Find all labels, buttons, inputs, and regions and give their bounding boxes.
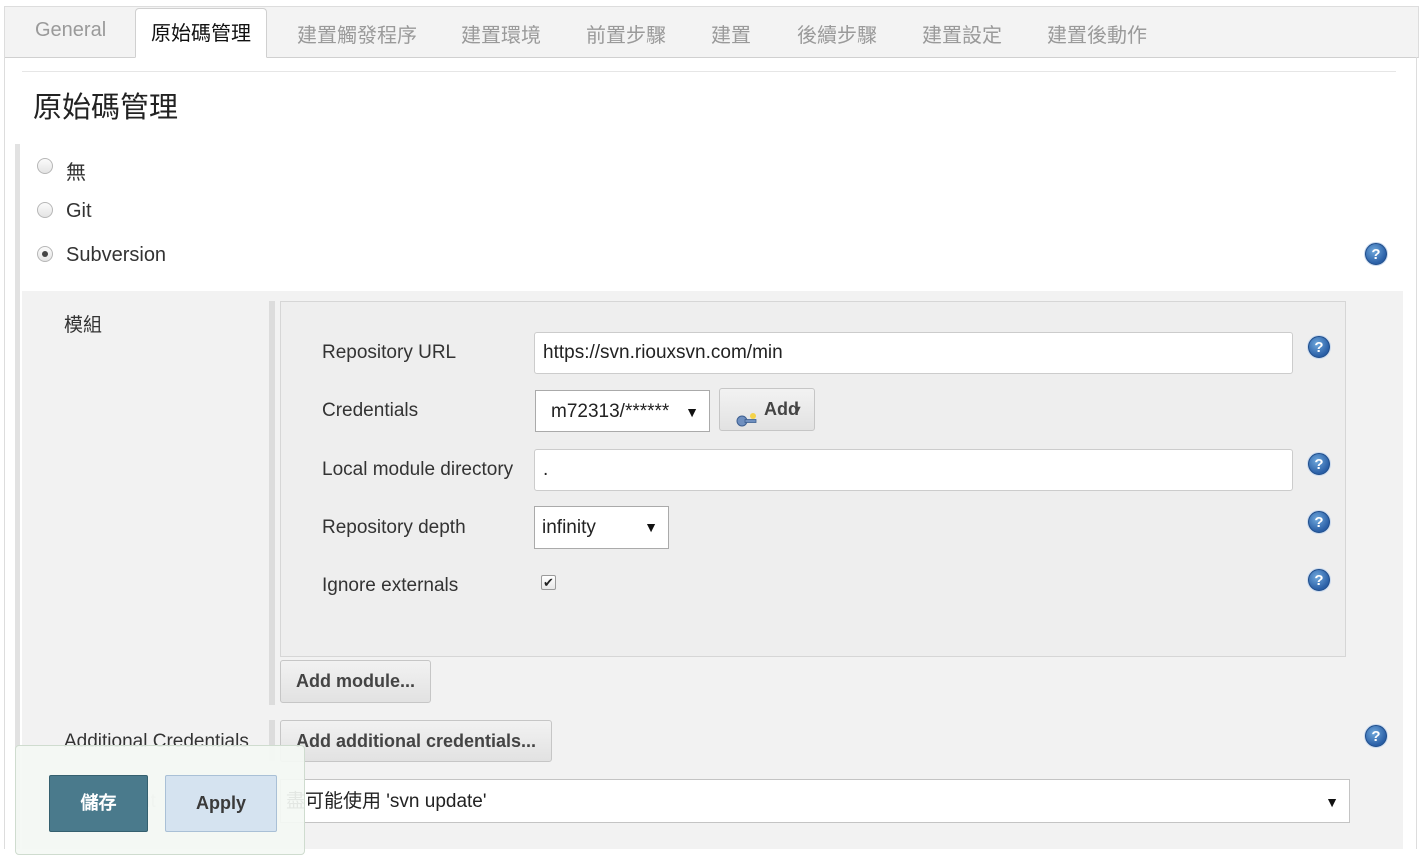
scm-subversion-label: Subversion bbox=[66, 244, 167, 266]
tab-build[interactable]: 建置 bbox=[711, 19, 751, 48]
tab-general[interactable]: General bbox=[35, 19, 106, 42]
repository-depth-selected-value: infinity bbox=[542, 517, 596, 538]
section-title: 原始碼管理 bbox=[33, 92, 179, 124]
tab-post-build-actions[interactable]: 建置後動作 bbox=[1047, 19, 1147, 48]
tab-build-settings[interactable]: 建置設定 bbox=[922, 19, 1002, 48]
scm-none-label: 無 bbox=[66, 162, 86, 184]
add-additional-credentials-button[interactable]: Add additional credentials... bbox=[280, 720, 552, 762]
credentials-select[interactable]: m72313/****** ▼ bbox=[535, 390, 710, 432]
repository-url-input[interactable]: https://svn.riouxsvn.com/min bbox=[534, 332, 1293, 374]
tab-source-code-management[interactable]: 原始碼管理 bbox=[135, 8, 267, 58]
repository-url-label: Repository URL bbox=[322, 342, 457, 363]
tab-build-triggers[interactable]: 建置觸發程序 bbox=[297, 19, 417, 48]
credentials-label: Credentials bbox=[322, 400, 419, 421]
tab-post-steps[interactable]: 後續步驟 bbox=[797, 19, 877, 48]
local-module-directory-label: Local module directory bbox=[322, 459, 514, 480]
tab-build-environment[interactable]: 建置環境 bbox=[461, 19, 541, 48]
modules-bar bbox=[269, 301, 275, 705]
add-module-button[interactable]: Add module... bbox=[280, 660, 431, 703]
additional-credentials-help-icon[interactable]: ? bbox=[1365, 725, 1387, 747]
section-divider bbox=[22, 71, 1396, 72]
save-button[interactable]: 儲存 bbox=[49, 775, 148, 832]
checkout-strategy-select[interactable]: 盡可能使用 'svn update' ▼ bbox=[280, 779, 1350, 823]
repository-depth-dropdown-icon: ▼ bbox=[644, 519, 658, 535]
repository-depth-help-icon[interactable]: ? bbox=[1308, 511, 1330, 533]
checkout-strategy-dropdown-icon: ▼ bbox=[1325, 794, 1339, 810]
ignore-externals-help-icon[interactable]: ? bbox=[1308, 569, 1330, 591]
ignore-externals-checkbox[interactable]: ✔ bbox=[541, 575, 556, 590]
tab-bar: General 原始碼管理 建置觸發程序 建置環境 前置步驟 建置 後續步驟 建… bbox=[4, 6, 1419, 58]
repository-depth-label: Repository depth bbox=[322, 517, 466, 538]
subversion-help-icon[interactable]: ? bbox=[1365, 243, 1387, 265]
tab-pre-steps[interactable]: 前置步驟 bbox=[586, 19, 666, 48]
scm-subversion-radio[interactable] bbox=[37, 246, 53, 262]
key-icon bbox=[736, 402, 758, 427]
repository-url-help-icon[interactable]: ? bbox=[1308, 336, 1330, 358]
local-module-directory-help-icon[interactable]: ? bbox=[1308, 453, 1330, 475]
scm-none-radio[interactable] bbox=[37, 158, 53, 174]
modules-label: 模組 bbox=[64, 315, 103, 336]
scm-group-bar bbox=[15, 144, 20, 849]
local-module-directory-input[interactable]: . bbox=[534, 449, 1293, 491]
add-dropdown-icon: ▼ bbox=[792, 404, 803, 416]
checkout-strategy-selected-value: 盡可能使用 'svn update' bbox=[286, 791, 487, 812]
scm-git-label: Git bbox=[66, 200, 92, 222]
credentials-selected-value: m72313/****** bbox=[551, 401, 670, 422]
ignore-externals-label: Ignore externals bbox=[322, 575, 459, 596]
credentials-add-button[interactable]: Add ▼ bbox=[719, 388, 815, 431]
apply-button[interactable]: Apply bbox=[165, 775, 277, 832]
repository-depth-select[interactable]: infinity ▼ bbox=[534, 506, 669, 549]
scm-git-radio[interactable] bbox=[37, 202, 53, 218]
credentials-dropdown-icon: ▼ bbox=[685, 404, 699, 420]
